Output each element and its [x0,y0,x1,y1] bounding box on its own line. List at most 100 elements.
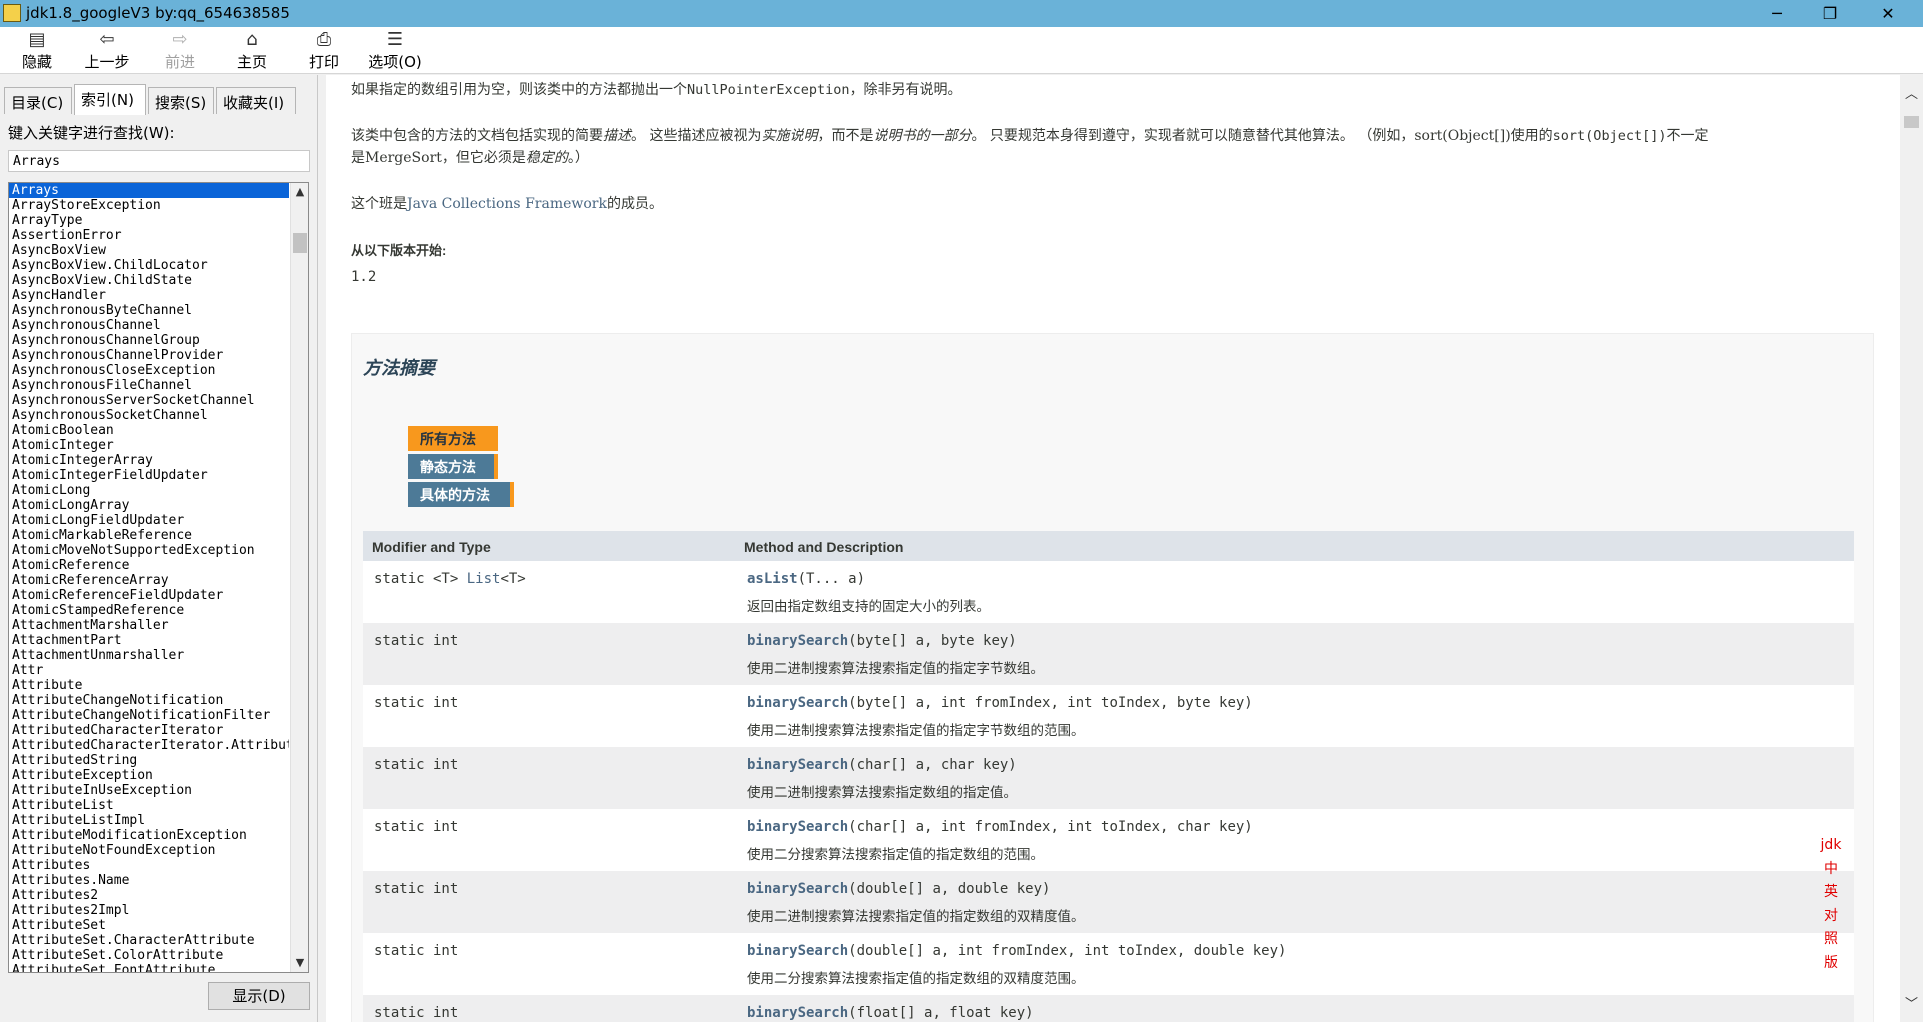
text: 是MergeSort，但它必须是 [351,150,526,166]
method-name-link[interactable]: asList [747,571,798,587]
index-list-item[interactable]: ArrayType [9,213,289,228]
index-list-item[interactable]: AttributeModificationException [9,828,289,843]
back-button[interactable]: ⇦ 上一步 [72,29,142,73]
tab-contents[interactable]: 目录(C) [4,87,72,114]
minimize-button[interactable]: ─ [1747,0,1807,27]
index-list-item[interactable]: AtomicLongFieldUpdater [9,513,289,528]
index-list-item[interactable]: AtomicReferenceFieldUpdater [9,588,289,603]
index-list-item[interactable]: AttributeSet [9,918,289,933]
index-list-item[interactable]: AsynchronousSocketChannel [9,408,289,423]
hide-button[interactable]: ▤ 隐藏 [2,29,72,73]
method-name-link[interactable]: binarySearch [747,943,848,959]
index-list-item[interactable]: AtomicIntegerFieldUpdater [9,468,289,483]
index-list-item[interactable]: AttributeChangeNotification [9,693,289,708]
watermark-text: jdk 中英对照版 [1820,834,1842,975]
index-list-item[interactable]: AtomicReference [9,558,289,573]
tab-favorites[interactable]: 收藏夹(I) [216,87,296,114]
index-list-item[interactable]: Arrays [9,183,289,198]
index-list-item[interactable]: AsynchronousCloseException [9,363,289,378]
options-button[interactable]: ☰ 选项(O) [360,29,430,73]
print-button[interactable]: ⎙ 打印 [289,29,359,73]
method-params: (float[] a, float key) [848,1005,1034,1021]
index-list-item[interactable]: AsyncBoxView.ChildLocator [9,258,289,273]
display-button[interactable]: 显示(D) [208,982,310,1010]
method-name-link[interactable]: binarySearch [747,1005,848,1021]
index-list-item[interactable]: AttributeChangeNotificationFilter [9,708,289,723]
scroll-up-icon[interactable]: ︿ [1900,85,1923,105]
index-list-item[interactable]: AttributedString [9,753,289,768]
index-list-item[interactable]: AttributeSet.CharacterAttribute [9,933,289,948]
collections-framework-link[interactable]: Java Collections Framework [407,196,607,212]
index-list-item[interactable]: Attributes2Impl [9,903,289,918]
index-list-item[interactable]: AtomicBoolean [9,423,289,438]
index-list-item[interactable]: AttributeList [9,798,289,813]
index-list-item[interactable]: Attr [9,663,289,678]
method-name-link[interactable]: binarySearch [747,819,848,835]
method-return-type: static int [374,633,458,649]
index-list-item[interactable]: AsynchronousServerSocketChannel [9,393,289,408]
document-scrollbar[interactable]: ︿ ﹀ [1900,75,1923,1022]
index-list-item[interactable]: AttachmentUnmarshaller [9,648,289,663]
scroll-down-icon[interactable]: ▼ [291,954,308,972]
document-scroll-thumb[interactable] [1904,116,1919,128]
index-list-item[interactable]: AttributeSet.ColorAttribute [9,948,289,963]
keyword-input[interactable] [8,150,310,172]
index-list-scrollbar[interactable]: ▲ ▼ [290,183,308,972]
index-list-item[interactable]: AsynchronousChannelProvider [9,348,289,363]
index-list-item[interactable]: Attribute [9,678,289,693]
type-text: static <T> [374,571,467,587]
index-list-item[interactable]: AsynchronousByteChannel [9,303,289,318]
index-list-item[interactable]: AttributedCharacterIterator [9,723,289,738]
index-list-item[interactable]: AttributedCharacterIterator.Attribute [9,738,289,753]
index-list-item[interactable]: AtomicIntegerArray [9,453,289,468]
index-list-item[interactable]: AttributeListImpl [9,813,289,828]
index-list-item[interactable]: AtomicReferenceArray [9,573,289,588]
tab-concrete-methods[interactable]: 具体的方法 [408,482,514,507]
index-list-item[interactable]: Attributes [9,858,289,873]
method-row: static int binarySearch(float[] a, float … [363,995,1854,1022]
index-list-item[interactable]: AsyncHandler [9,288,289,303]
tab-static-methods[interactable]: 静态方法 [408,454,498,479]
index-list-item[interactable]: Attributes2 [9,888,289,903]
scroll-up-icon[interactable]: ▲ [291,183,308,201]
method-name-link[interactable]: binarySearch [747,695,848,711]
tab-index[interactable]: 索引(N) [74,84,146,115]
index-list-item[interactable]: AtomicLong [9,483,289,498]
index-list-item[interactable]: AttachmentPart [9,633,289,648]
index-list-item[interactable]: AtomicMoveNotSupportedException [9,543,289,558]
type-link[interactable]: List [467,571,501,587]
index-list-item[interactable]: ArrayStoreException [9,198,289,213]
tab-all-methods[interactable]: 所有方法 [408,426,498,451]
index-list-item[interactable]: AttributeInUseException [9,783,289,798]
index-list-item[interactable]: Attributes.Name [9,873,289,888]
index-list-item[interactable]: AsyncBoxView [9,243,289,258]
scroll-down-icon[interactable]: ﹀ [1900,995,1923,1015]
index-list-item[interactable]: AsynchronousChannelGroup [9,333,289,348]
index-list-item[interactable]: AttributeException [9,768,289,783]
restore-button[interactable]: ❐ [1800,0,1860,27]
close-button[interactable]: ✕ [1858,0,1918,27]
index-list-item[interactable]: AsynchronousFileChannel [9,378,289,393]
home-button[interactable]: ⌂ 主页 [217,29,287,73]
index-list-item[interactable]: AtomicMarkableReference [9,528,289,543]
index-list-item[interactable]: AttachmentMarshaller [9,618,289,633]
index-list[interactable]: Arrays ArrayStoreException ArrayType Assert… [8,182,309,973]
method-name-link[interactable]: binarySearch [747,633,848,649]
method-name-link[interactable]: binarySearch [747,881,848,897]
watermark-char: 对 [1824,907,1838,924]
index-list-item[interactable]: AtomicInteger [9,438,289,453]
tab-search[interactable]: 搜索(S) [148,87,214,114]
forward-button[interactable]: ⇨ 前进 [145,29,215,73]
index-list-item[interactable]: AsynchronousChannel [9,318,289,333]
print-label: 打印 [308,53,339,71]
index-list-item[interactable]: AtomicStampedReference [9,603,289,618]
index-list-item[interactable]: AsyncBoxView.ChildState [9,273,289,288]
index-list-item[interactable]: AttributeSet.FontAttribute [9,963,289,972]
index-list-item[interactable]: AssertionError [9,228,289,243]
index-list-item[interactable]: AtomicLongArray [9,498,289,513]
emphasis: 实施说明 [761,128,818,144]
scroll-thumb[interactable] [293,233,307,253]
window-title: jdk1.8_googleV3 by:qq_654638585 [26,4,290,22]
index-list-item[interactable]: AttributeNotFoundException [9,843,289,858]
method-name-link[interactable]: binarySearch [747,757,848,773]
